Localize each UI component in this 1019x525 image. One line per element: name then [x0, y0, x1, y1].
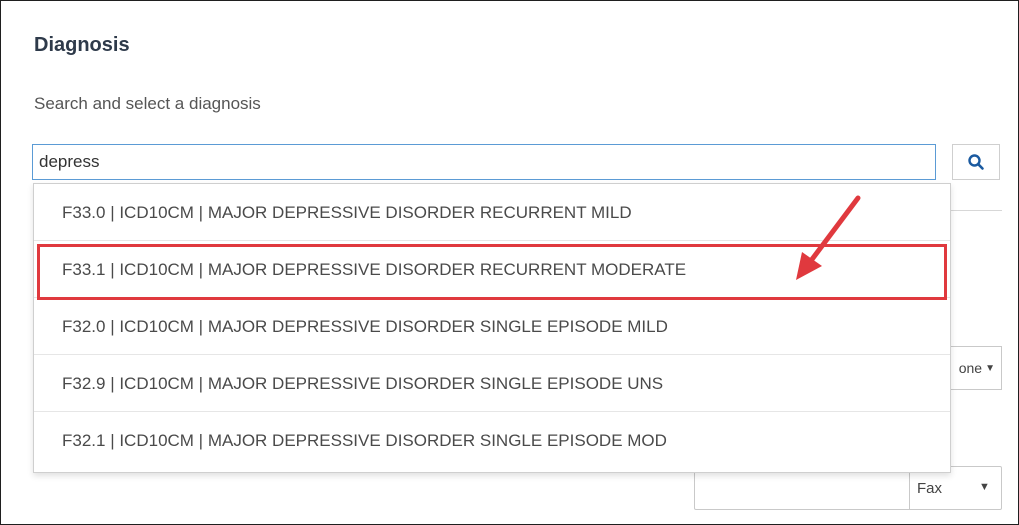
diagnosis-dropdown: F33.0 | ICD10CM | MAJOR DEPRESSIVE DISOR… — [33, 183, 951, 473]
dropdown-option[interactable]: F32.9 | ICD10CM | MAJOR DEPRESSIVE DISOR… — [34, 355, 950, 412]
diagnosis-search-input[interactable] — [32, 144, 936, 180]
chevron-down-icon: ▼ — [985, 362, 995, 374]
search-button[interactable] — [952, 144, 1000, 180]
dropdown-option[interactable]: F32.0 | ICD10CM | MAJOR DEPRESSIVE DISOR… — [34, 298, 950, 355]
chevron-down-icon: ▼ — [979, 481, 990, 493]
dropdown-option[interactable]: F33.0 | ICD10CM | MAJOR DEPRESSIVE DISOR… — [34, 184, 950, 241]
divider — [950, 210, 1002, 211]
dropdown-option[interactable]: F33.1 | ICD10CM | MAJOR DEPRESSIVE DISOR… — [34, 241, 950, 298]
section-title: Diagnosis — [34, 34, 130, 56]
background-select-value: one — [958, 360, 983, 376]
search-icon — [968, 154, 984, 170]
select-separator — [909, 467, 910, 509]
dropdown-option[interactable]: F32.1 | ICD10CM | MAJOR DEPRESSIVE DISOR… — [34, 412, 950, 469]
search-label: Search and select a diagnosis — [34, 94, 261, 113]
fax-select-value: Fax — [917, 480, 943, 497]
